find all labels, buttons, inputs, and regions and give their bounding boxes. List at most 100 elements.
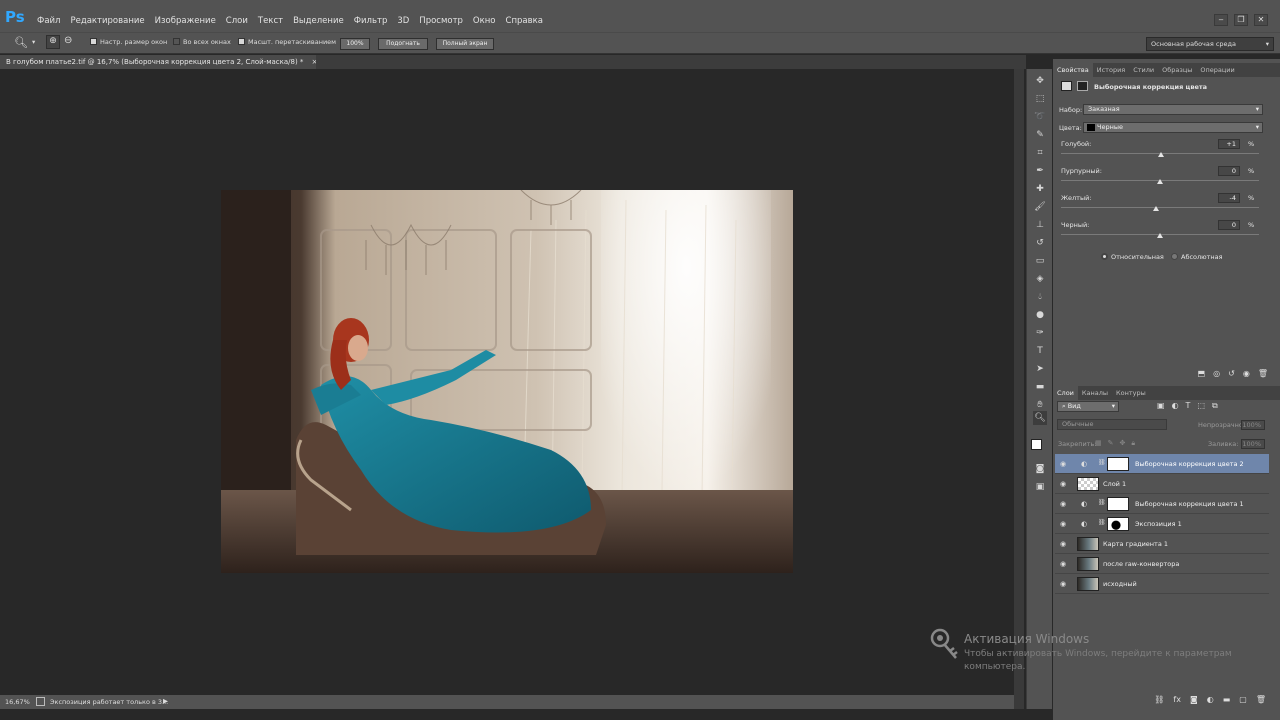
slider-value-input[interactable]: 0 (1218, 220, 1240, 230)
lock-transparency-icon[interactable]: ▦ (1095, 439, 1102, 448)
foreground-color-swatch[interactable] (1031, 439, 1042, 450)
scrubby-zoom-checkbox[interactable]: Масшт. перетаскиванием (238, 38, 336, 46)
slider-value-input[interactable]: 0 (1218, 166, 1240, 176)
eraser-tool-icon[interactable]: ▭ (1033, 254, 1047, 268)
reset-icon[interactable]: ↺ (1228, 369, 1235, 385)
layer-mask-thumbnail[interactable] (1107, 517, 1129, 531)
slider-handle[interactable] (1157, 152, 1164, 157)
quick-mask-icon[interactable]: ◙ (1033, 462, 1047, 476)
fit-screen-button[interactable]: Подогнать (378, 38, 428, 50)
layer-thumbnail[interactable] (1077, 577, 1099, 591)
mask-icon[interactable] (1077, 81, 1088, 91)
chain-link-icon[interactable]: ⛓︎ (1098, 519, 1106, 526)
pixel-filter-icon[interactable]: ▣ (1157, 401, 1165, 411)
visibility-eye-icon[interactable]: ◉ (1060, 500, 1068, 508)
tab-actions[interactable]: Операции (1196, 63, 1238, 77)
visibility-eye-icon[interactable]: ◉ (1060, 480, 1068, 488)
layer-row[interactable]: ◉ Слой 1 (1055, 474, 1269, 494)
slider-handle[interactable] (1157, 233, 1163, 238)
history-brush-icon[interactable]: ↺ (1033, 236, 1047, 250)
menu-layers[interactable]: Слои (221, 16, 253, 26)
shape-tool-icon[interactable]: ▬ (1033, 380, 1047, 394)
menu-window[interactable]: Окно (468, 16, 501, 26)
chevron-down-icon[interactable]: ▾ (32, 38, 35, 46)
lock-all-icon[interactable]: 🔒︎ (1131, 439, 1135, 448)
visibility-eye-icon[interactable]: ◉ (1060, 520, 1068, 528)
zoom-tool-icon[interactable]: 🔍︎ (14, 36, 28, 49)
menu-image[interactable]: Изображение (150, 16, 221, 26)
menu-edit[interactable]: Редактирование (65, 16, 149, 26)
type-tool-icon[interactable]: T (1033, 344, 1047, 358)
zoom-level[interactable]: 16,67% (5, 698, 30, 706)
resize-windows-checkbox[interactable]: Настр. размер окон (90, 38, 167, 46)
document-tab[interactable]: В голубом платье2.tif @ 16,7% (Выборочна… (0, 55, 318, 69)
layer-row[interactable]: ◉ ◐ ⛓︎ Выборочная коррекция цвета 1 (1055, 494, 1269, 514)
chain-link-icon[interactable]: ⛓︎ (1098, 459, 1106, 466)
layer-row[interactable]: ◉ ◐ ⛓︎ Выборочная коррекция цвета 2 (1055, 454, 1269, 474)
lock-position-icon[interactable]: ✥ (1120, 439, 1126, 448)
type-filter-icon[interactable]: T (1186, 401, 1191, 411)
slider-handle[interactable] (1153, 206, 1160, 211)
add-mask-icon[interactable]: ◙ (1190, 695, 1198, 709)
preset-select[interactable]: Заказная ▾ (1083, 104, 1263, 115)
full-screen-button[interactable]: Полный экран (436, 38, 494, 50)
layer-thumbnail[interactable] (1077, 557, 1099, 571)
slider-track[interactable] (1061, 207, 1259, 208)
close-icon[interactable]: ✕ (1254, 14, 1268, 26)
menu-type[interactable]: Текст (253, 16, 288, 26)
menu-filter[interactable]: Фильтр (349, 16, 393, 26)
slider-value-input[interactable]: -4 (1218, 193, 1240, 203)
tab-history[interactable]: История (1093, 63, 1129, 77)
tab-styles[interactable]: Стили (1129, 63, 1158, 77)
paint-bucket-icon[interactable]: ◈ (1033, 272, 1047, 286)
layer-row[interactable]: ◉ исходный (1055, 574, 1269, 594)
restore-icon[interactable]: ❐ (1234, 14, 1248, 26)
visibility-eye-icon[interactable]: ◉ (1060, 580, 1068, 588)
layer-filter-select[interactable]: ⌕ Вид ▾ (1057, 401, 1119, 412)
layer-row[interactable]: ◉ Карта градиента 1 (1055, 534, 1269, 554)
blur-tool-icon[interactable]: 💧︎ (1033, 290, 1047, 304)
opacity-input[interactable]: 100% (1241, 420, 1265, 430)
absolute-radio[interactable] (1171, 253, 1178, 260)
brush-tool-icon[interactable]: 🖌︎ (1033, 200, 1047, 214)
menu-view[interactable]: Просмотр (414, 16, 468, 26)
visibility-eye-icon[interactable]: ◉ (1060, 540, 1068, 548)
smart-object-filter-icon[interactable]: ⧉ (1212, 401, 1218, 411)
shape-filter-icon[interactable]: ⬚ (1197, 401, 1205, 411)
colors-select[interactable]: Черные ▾ (1083, 122, 1263, 133)
layer-row[interactable]: ◉ ◐ ⛓︎ Экспозиция 1 (1055, 514, 1269, 534)
new-group-icon[interactable]: ▬ (1223, 695, 1231, 709)
tab-swatches[interactable]: Образцы (1158, 63, 1196, 77)
menu-file[interactable]: Файл (32, 16, 65, 26)
new-layer-icon[interactable]: ▢ (1239, 695, 1247, 709)
dodge-tool-icon[interactable]: ● (1033, 308, 1047, 322)
tab-paths[interactable]: Контуры (1112, 386, 1150, 400)
delete-layer-icon[interactable]: 🗑︎ (1256, 695, 1266, 709)
view-previous-icon[interactable]: ◎ (1213, 369, 1220, 385)
tab-channels[interactable]: Каналы (1078, 386, 1112, 400)
layer-thumbnail[interactable] (1077, 477, 1099, 491)
layer-mask-thumbnail[interactable] (1107, 457, 1129, 471)
lock-pixels-icon[interactable]: ✎ (1108, 439, 1114, 448)
clip-to-layer-icon[interactable]: ⬒ (1198, 369, 1206, 385)
tab-layers[interactable]: Слои (1053, 386, 1078, 400)
vertical-scrollbar[interactable] (1014, 69, 1024, 709)
slider-value-input[interactable]: +1 (1218, 139, 1240, 149)
quick-select-tool-icon[interactable]: ✎ (1033, 128, 1047, 142)
menu-3d[interactable]: 3D (392, 16, 414, 26)
menu-help[interactable]: Справка (501, 16, 548, 26)
chain-link-icon[interactable]: ⛓︎ (1098, 499, 1106, 506)
visibility-eye-icon[interactable]: ◉ (1060, 460, 1068, 468)
healing-brush-icon[interactable]: ✚ (1033, 182, 1047, 196)
eyedropper-tool-icon[interactable]: ✒ (1033, 164, 1047, 178)
crop-tool-icon[interactable]: ⌗ (1033, 146, 1047, 160)
layer-thumbnail[interactable] (1077, 537, 1099, 551)
path-select-icon[interactable]: ➤ (1033, 362, 1047, 376)
layer-style-icon[interactable]: fx (1173, 695, 1181, 709)
fill-input[interactable]: 100% (1241, 439, 1265, 449)
canvas-area[interactable] (0, 69, 1014, 695)
delete-icon[interactable]: 🗑︎ (1258, 369, 1268, 385)
relative-radio[interactable] (1101, 253, 1108, 260)
zoom-out-icon[interactable]: ⊖ (64, 35, 72, 46)
clone-stamp-icon[interactable]: ⊥ (1033, 218, 1047, 232)
